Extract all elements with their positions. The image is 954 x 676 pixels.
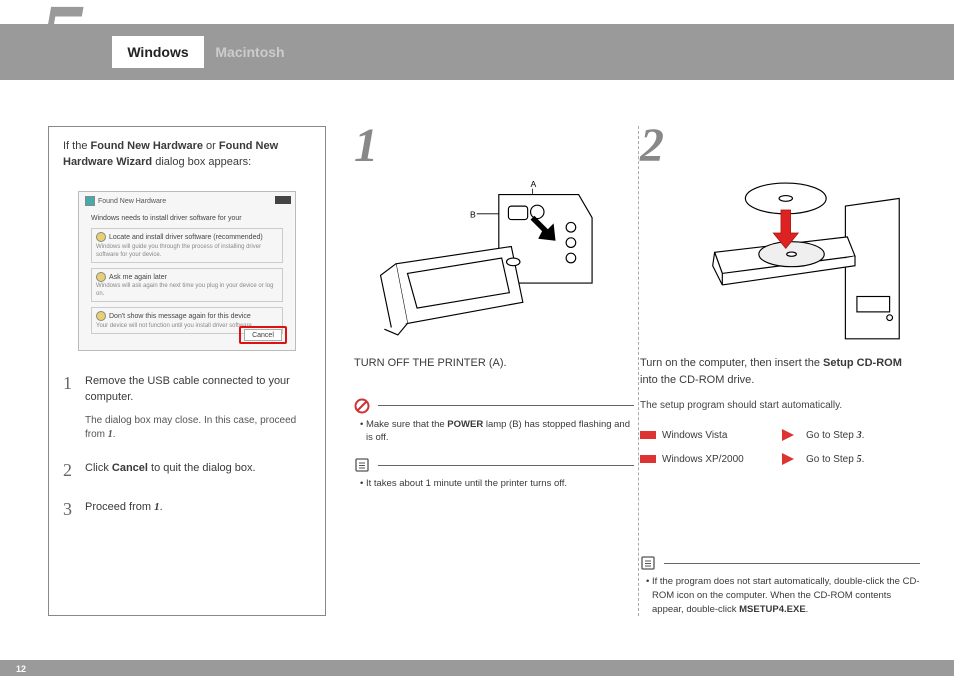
- os-row: Windows Vista Go to Step 3.: [640, 423, 920, 447]
- text-bold: Cancel: [112, 462, 148, 474]
- note-icon: [640, 555, 656, 571]
- footer-band: 12: [0, 660, 954, 676]
- note-block: • It takes about 1 minute until the prin…: [354, 457, 634, 491]
- prohibit-icon: [354, 398, 370, 414]
- dialog-option: Locate and install driver software (reco…: [91, 228, 283, 262]
- cdrom-illustration: [640, 177, 920, 341]
- printer-illustration: A B: [354, 177, 634, 341]
- goto-text: Go to Step 3.: [782, 429, 920, 441]
- text: The dialog box may close. In this case, …: [85, 415, 296, 440]
- column-divider: [638, 126, 639, 616]
- cancel-highlight-box: [239, 326, 287, 344]
- dialog-title: Found New Hardware: [85, 196, 166, 206]
- text: .: [160, 501, 163, 513]
- text: dialog box appears:: [152, 156, 251, 168]
- text: .: [113, 429, 116, 440]
- page-step-number: 5: [38, 0, 86, 86]
- tab-macintosh[interactable]: Macintosh: [204, 36, 296, 68]
- step-1-column: 1 A B: [354, 118, 634, 491]
- text: or: [203, 140, 219, 152]
- text: Remove the USB cable connected to your c…: [85, 375, 290, 404]
- os-tabs: Windows Macintosh: [112, 36, 296, 68]
- note-icon: [354, 457, 370, 473]
- step-1-instruction: TURN OFF THE PRINTER (A).: [354, 355, 634, 372]
- dialog-screenshot: Found New Hardware Windows needs to inst…: [78, 191, 296, 351]
- dialog-body-text: Windows needs to install driver software…: [91, 214, 283, 223]
- left-info-box: If the Found New Hardware or Found New H…: [48, 126, 326, 616]
- dialog-option: Ask me again laterWindows will ask again…: [91, 268, 283, 302]
- arrow-icon: [782, 453, 794, 465]
- text: If the: [63, 140, 91, 152]
- text: to quit the dialog box.: [148, 462, 256, 474]
- goto-text: Go to Step 5.: [782, 453, 920, 465]
- text: Click: [85, 462, 112, 474]
- label-b: B: [470, 210, 476, 220]
- warning-block: • Make sure that the POWER lamp (B) has …: [354, 398, 634, 446]
- intro-text: If the Found New Hardware or Found New H…: [63, 139, 311, 171]
- label-a: A: [531, 179, 537, 189]
- page-number: 12: [16, 664, 26, 674]
- note-text: • If the program does not start automati…: [650, 575, 920, 616]
- os-label: Windows XP/2000: [662, 454, 782, 465]
- warning-text: • Make sure that the POWER lamp (B) has …: [364, 418, 634, 446]
- step-2-instruction: Turn on the computer, then insert the Se…: [640, 355, 920, 388]
- note-block: • If the program does not start automati…: [640, 555, 920, 616]
- note-text: • It takes about 1 minute until the prin…: [364, 477, 634, 491]
- os-marker-icon: [640, 431, 656, 439]
- os-label: Windows Vista: [662, 430, 782, 441]
- step-index: 3: [63, 499, 75, 520]
- step-index: 2: [63, 460, 75, 481]
- os-marker-icon: [640, 455, 656, 463]
- list-item: 1 Remove the USB cable connected to your…: [63, 373, 311, 442]
- step-2-sub: The setup program should start automatic…: [640, 398, 920, 413]
- list-item: 3 Proceed from 1.: [63, 499, 311, 520]
- list-item: 2 Click Cancel to quit the dialog box.: [63, 460, 311, 481]
- substep-number: 1: [354, 118, 634, 173]
- left-steps-list: 1 Remove the USB cable connected to your…: [63, 373, 311, 520]
- text-bold: Found New Hardware: [91, 140, 203, 152]
- substep-number: 2: [640, 118, 920, 173]
- step-2-column: 2: [640, 118, 920, 616]
- text: Proceed from: [85, 501, 154, 513]
- step-index: 1: [63, 373, 75, 442]
- tab-windows[interactable]: Windows: [112, 36, 204, 68]
- os-goto-grid: Windows Vista Go to Step 3. Windows XP/2…: [640, 423, 920, 471]
- arrow-icon: [782, 429, 794, 441]
- os-row: Windows XP/2000 Go to Step 5.: [640, 447, 920, 471]
